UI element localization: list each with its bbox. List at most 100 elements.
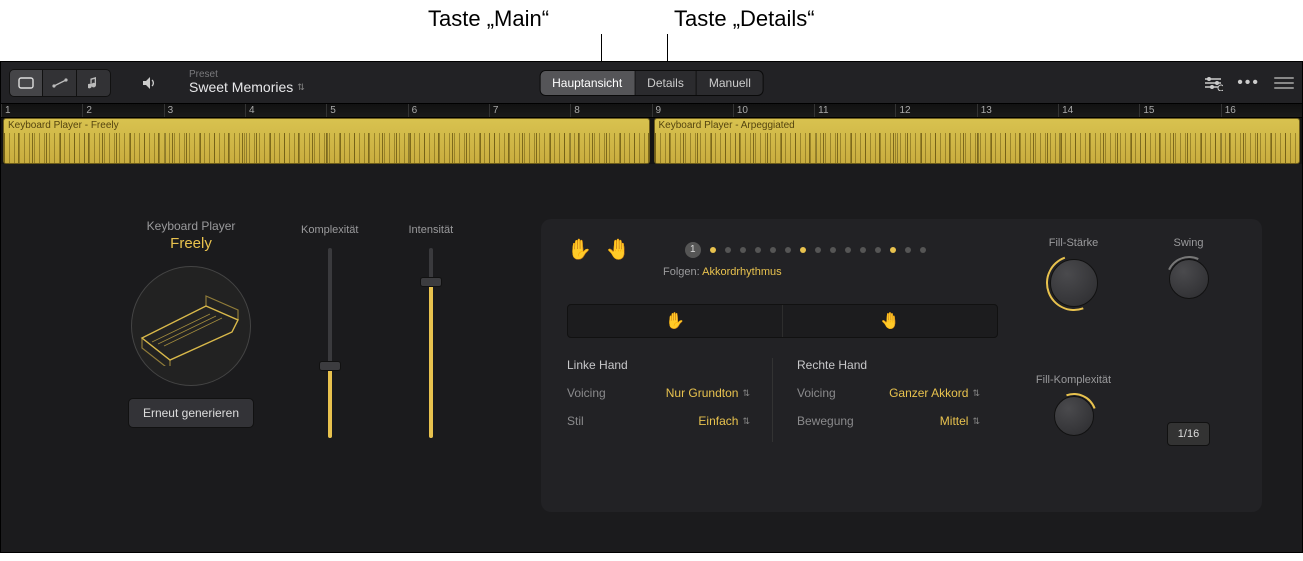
beat-dot: [920, 247, 926, 253]
right-voicing-row[interactable]: Voicing Ganzer Akkord ⇅: [797, 386, 998, 400]
beat-dot: [860, 247, 866, 253]
beat-dot: [815, 247, 821, 253]
hand-tab-left[interactable]: ✋: [568, 305, 783, 337]
beat-pattern[interactable]: 1: [685, 242, 926, 258]
ruler-tick: 1: [1, 104, 82, 117]
settings-icon[interactable]: [1203, 75, 1223, 91]
kv-value: Nur Grundton: [666, 386, 739, 400]
right-hand-section: Rechte Hand Voicing Ganzer Akkord⇅ Beweg…: [772, 358, 998, 442]
follow-row[interactable]: Folgen: Akkordrhythmus: [663, 266, 998, 278]
left-hand-section: Linke Hand Voicing Nur Grundton⇅ Stil Ei…: [567, 358, 768, 442]
fill-complexity-knob[interactable]: Fill-Komplexität: [1026, 374, 1121, 436]
preset-name: Sweet Memories: [189, 80, 293, 95]
region-b[interactable]: Keyboard Player - Arpeggiated: [654, 118, 1301, 164]
intensity-slider[interactable]: Intensität: [408, 224, 453, 438]
ruler-tick: 8: [570, 104, 651, 117]
chevron-updown-icon: ⇅: [972, 388, 980, 399]
left-voicing-row[interactable]: Voicing Nur Grundton⇅: [567, 386, 768, 400]
fill-strength-knob[interactable]: Fill-Stärke: [1026, 237, 1121, 307]
knobs-column: Fill-Stärke Swing Fill-Komplexität 1/16: [1026, 237, 1236, 488]
kv-key: Voicing: [567, 386, 606, 400]
hand-tabs: ✋ 🤚: [567, 304, 998, 338]
swing-value-select[interactable]: 1/16: [1141, 416, 1236, 446]
chevron-updown-icon: ⇅: [742, 416, 750, 427]
ruler-tick: 12: [895, 104, 976, 117]
timeline-ruler[interactable]: 1 2 3 4 5 6 7 8 9 10 11 12 13 14 15 16: [1, 104, 1302, 118]
region-view-button[interactable]: [9, 69, 43, 97]
follow-key: Folgen:: [663, 266, 700, 278]
detail-panel: ✋ 🤚 1: [541, 219, 1262, 512]
view-mode-group: [9, 69, 111, 97]
session-player-editor: Preset Sweet Memories⇅ Hauptansicht Deta…: [0, 61, 1303, 553]
ruler-tick: 7: [489, 104, 570, 117]
follow-value: Akkordrhythmus: [702, 266, 781, 278]
region-a[interactable]: Keyboard Player - Freely: [3, 118, 650, 164]
ruler-tick: 15: [1139, 104, 1220, 117]
track-lane: Keyboard Player - Freely Keyboard Player…: [1, 118, 1302, 164]
kv-value: Ganzer Akkord: [889, 386, 968, 400]
hand-tab-right[interactable]: 🤚: [783, 305, 997, 337]
player-avatar[interactable]: [131, 266, 251, 386]
beat-dot: [830, 247, 836, 253]
ruler-tick: 2: [82, 104, 163, 117]
right-movement-row[interactable]: Bewegung Mittel⇅: [797, 414, 998, 428]
kv-value: Mittel: [940, 414, 969, 428]
ruler-tick: 6: [408, 104, 489, 117]
complexity-slider[interactable]: Komplexität: [301, 224, 358, 438]
toolbar: Preset Sweet Memories⇅ Hauptansicht Deta…: [1, 62, 1302, 104]
tab-main[interactable]: Hauptansicht: [540, 71, 635, 95]
chevron-updown-icon: ⇅: [972, 416, 980, 427]
left-style-row[interactable]: Stil Einfach⇅: [567, 414, 768, 428]
ruler-tick: 4: [245, 104, 326, 117]
player-type-label: Keyboard Player: [41, 219, 341, 233]
hand-left-icon[interactable]: ✋: [567, 237, 592, 262]
volume-icon[interactable]: [141, 76, 161, 90]
beat-dot: [755, 247, 761, 253]
beat-dot: [890, 247, 896, 253]
player-column: Keyboard Player Freely Erneut generieren: [41, 219, 341, 512]
chevron-updown-icon: ⇅: [742, 388, 750, 399]
left-hand-title: Linke Hand: [567, 358, 768, 372]
sliders-group: Komplexität Intensität: [301, 224, 453, 438]
swing-value: 1/16: [1167, 422, 1210, 446]
kv-key: Bewegung: [797, 414, 854, 428]
ruler-tick: 10: [733, 104, 814, 117]
ruler-tick: 11: [814, 104, 895, 117]
ruler-tick: 5: [326, 104, 407, 117]
automation-view-button[interactable]: [43, 69, 77, 97]
annotation-details: Taste „Details“: [674, 6, 815, 32]
beat-dot: [845, 247, 851, 253]
editor-body: Keyboard Player Freely Erneut generieren…: [1, 164, 1302, 552]
beat-dot: [710, 247, 716, 253]
view-tabs: Hauptansicht Details Manuell: [539, 70, 764, 96]
kv-key: Voicing: [797, 386, 836, 400]
swing-knob[interactable]: Swing: [1141, 237, 1236, 299]
notes-view-button[interactable]: [77, 69, 111, 97]
ruler-tick: 13: [977, 104, 1058, 117]
ruler-tick: 9: [652, 104, 733, 117]
preset-selector[interactable]: Preset Sweet Memories⇅: [189, 69, 305, 95]
slider-label: Komplexität: [301, 224, 358, 236]
beat-1: 1: [685, 242, 701, 258]
more-icon[interactable]: •••: [1237, 74, 1260, 92]
knob-label: Fill-Komplexität: [1026, 374, 1121, 386]
beat-dot: [785, 247, 791, 253]
beat-dot: [875, 247, 881, 253]
hand-right-icon[interactable]: 🤚: [606, 237, 631, 262]
chevron-updown-icon: ⇅: [297, 83, 305, 93]
regenerate-button[interactable]: Erneut generieren: [128, 398, 254, 428]
drag-handle-icon[interactable]: [1274, 74, 1294, 92]
beat-dot: [905, 247, 911, 253]
region-title: Keyboard Player - Arpeggiated: [659, 120, 795, 131]
region-waveform: [4, 133, 649, 163]
kv-value: Einfach: [698, 414, 738, 428]
ruler-tick: 14: [1058, 104, 1139, 117]
tab-manual[interactable]: Manuell: [697, 71, 763, 95]
region-title: Keyboard Player - Freely: [8, 120, 119, 131]
knob-label: Swing: [1141, 237, 1236, 249]
region-waveform: [655, 133, 1300, 163]
slider-label: Intensität: [408, 224, 453, 236]
tab-details[interactable]: Details: [635, 71, 697, 95]
knob-label: Fill-Stärke: [1026, 237, 1121, 249]
annotation-main: Taste „Main“: [428, 6, 549, 32]
